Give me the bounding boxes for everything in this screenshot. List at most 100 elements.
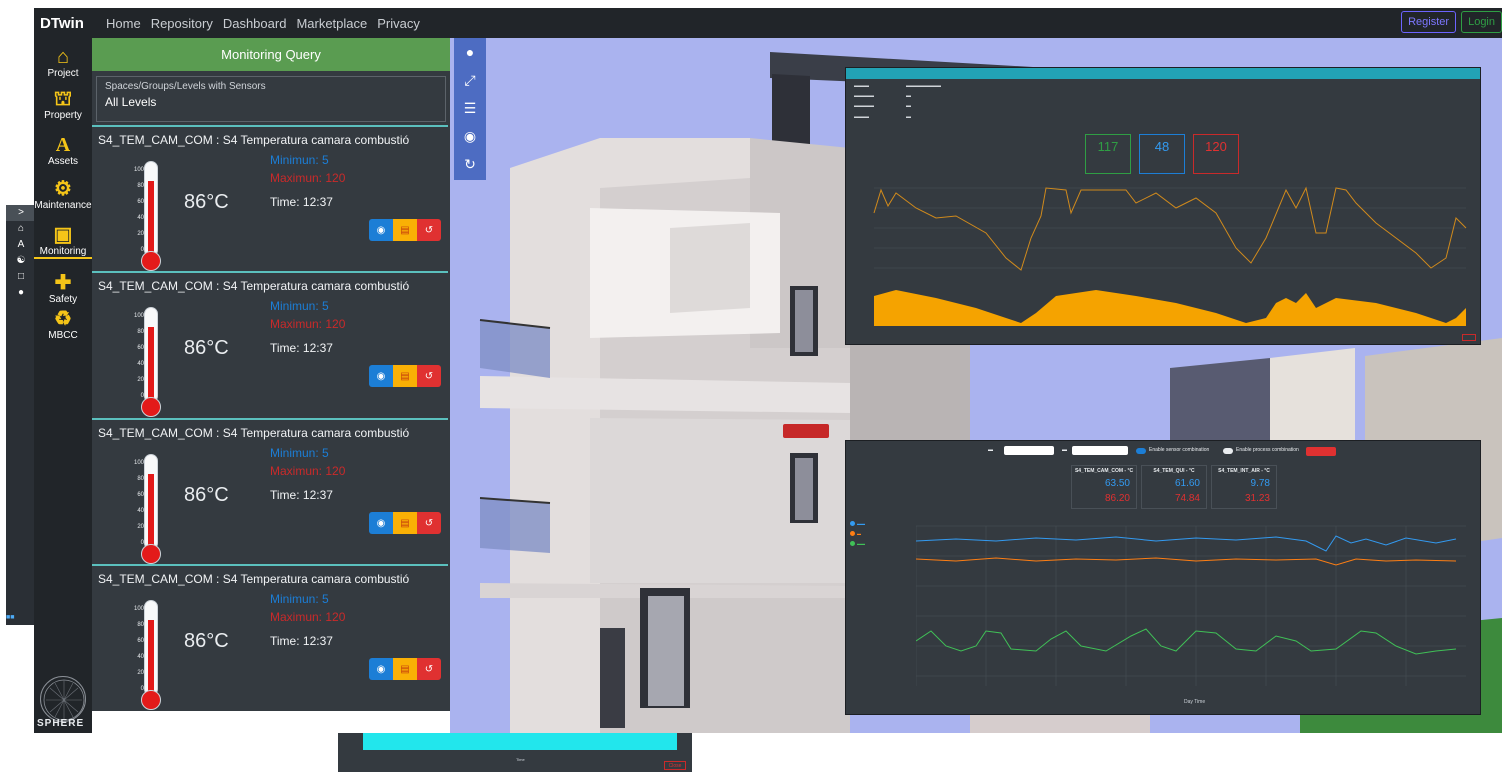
maximum-value: Maximun: 120 bbox=[270, 171, 346, 185]
history-button[interactable]: ↺ bbox=[417, 219, 441, 241]
sensor-card-title: S4_TEM_CAM_COM : S4 Temperatura camara c… bbox=[98, 426, 410, 440]
history-icon: ↺ bbox=[424, 224, 434, 236]
detail-current-box: 117 bbox=[1085, 134, 1131, 174]
expand-icon[interactable]: ⤢ bbox=[454, 66, 486, 94]
sensor-summary-title: S4_TEM_INT_AIR - °C bbox=[1218, 468, 1270, 474]
mini-assets-icon[interactable]: A bbox=[6, 237, 36, 253]
brand[interactable]: DTwin bbox=[40, 15, 106, 32]
detail-history-chart bbox=[873, 186, 1467, 326]
history-button[interactable]: ↺ bbox=[417, 365, 441, 387]
sensor-summary-box: S4_TEM_INT_AIR - °C 9.78 31.23 bbox=[1211, 465, 1277, 509]
time-value: Time: 12:37 bbox=[270, 195, 333, 209]
thermometer-fill bbox=[148, 474, 154, 548]
date-from-input[interactable] bbox=[1004, 446, 1054, 455]
level-filter[interactable]: Spaces/Groups/Levels with Sensors All Le… bbox=[96, 76, 446, 122]
login-button[interactable]: Login bbox=[1461, 11, 1502, 33]
nav-home[interactable]: Home bbox=[106, 16, 141, 31]
timeline-chart-window: Time Close bbox=[338, 733, 692, 772]
sidebar-item-assets[interactable]: A Assets bbox=[34, 134, 92, 167]
minimum-value: Minimun: 5 bbox=[270, 299, 329, 313]
sensor-combination-toggle[interactable] bbox=[1136, 448, 1146, 454]
eye-icon[interactable]: ◉ bbox=[454, 122, 486, 150]
mini-camera-icon[interactable]: ● bbox=[6, 285, 36, 301]
mini-share-icon[interactable]: ☯ bbox=[6, 253, 36, 269]
top-navbar: DTwin Home Repository Dashboard Marketpl… bbox=[34, 8, 1502, 38]
sync-icon[interactable]: ↻ bbox=[454, 150, 486, 178]
chart-icon: ▤ bbox=[400, 517, 410, 529]
detail-row: ▬▬▬▬▬▬▬ ▬▬▬ bbox=[854, 83, 941, 89]
cube-icon: ◉ bbox=[376, 370, 386, 382]
locate-3d-button[interactable]: ◉ bbox=[369, 512, 393, 534]
thermometer-bulb bbox=[141, 251, 161, 271]
scale-tick: 40 bbox=[137, 654, 144, 660]
locate-3d-button[interactable]: ◉ bbox=[369, 658, 393, 680]
register-button[interactable]: Register bbox=[1401, 11, 1457, 33]
sidebar-item-label: Property bbox=[44, 110, 82, 121]
history-button[interactable]: ↺ bbox=[417, 658, 441, 680]
scale-tick: 40 bbox=[137, 508, 144, 514]
sidebar-item-monitoring[interactable]: ▣ Monitoring bbox=[34, 224, 92, 259]
home-icon: ⌂ bbox=[56, 46, 70, 68]
sidebar-item-maintenance[interactable]: ⚙ Maintenance bbox=[34, 178, 92, 211]
temperature-value: 86°C bbox=[184, 484, 229, 506]
chart-button[interactable]: ▤ bbox=[393, 219, 417, 241]
sensor-card-title: S4_TEM_CAM_COM : S4 Temperatura camara c… bbox=[98, 572, 410, 586]
comparison-toolbar: ▬ ▬ Enable sensor combination Enable pro… bbox=[846, 445, 1482, 457]
nav-dashboard[interactable]: Dashboard bbox=[223, 16, 287, 31]
time-value: Time: 12:37 bbox=[270, 634, 333, 648]
nav-marketplace[interactable]: Marketplace bbox=[296, 16, 367, 31]
history-button[interactable]: ↺ bbox=[417, 512, 441, 534]
nav-repository[interactable]: Repository bbox=[151, 16, 213, 31]
sensor-combination-label: Enable sensor combination bbox=[1149, 447, 1210, 453]
sensor-summary-min: 63.50 bbox=[1104, 478, 1130, 489]
cube-icon: ◉ bbox=[376, 224, 386, 236]
sidebar-item-mbcc[interactable]: ♻ MBCC bbox=[34, 308, 92, 341]
locate-3d-button[interactable]: ◉ bbox=[369, 365, 393, 387]
mini-badge-icon: ■■ bbox=[6, 614, 15, 621]
query-button[interactable] bbox=[1306, 447, 1336, 456]
scale-tick: 80 bbox=[137, 183, 144, 189]
filter-value[interactable]: All Levels bbox=[105, 95, 437, 109]
scale-tick: 0 bbox=[140, 686, 144, 692]
mini-expand-icon[interactable]: > bbox=[6, 205, 36, 221]
minimum-value: Minimun: 5 bbox=[270, 153, 329, 167]
detail-close-button[interactable] bbox=[1462, 334, 1476, 341]
cube-icon: ◉ bbox=[376, 517, 386, 529]
sidebar-item-project[interactable]: ⌂ Project bbox=[34, 46, 92, 79]
scale-tick: 0 bbox=[140, 247, 144, 253]
monitor-icon: ▣ bbox=[53, 224, 73, 246]
sliders-icon[interactable]: ☰ bbox=[454, 94, 486, 122]
thermometer-gauge: 100 80 60 40 20 0 bbox=[128, 155, 172, 271]
sidebar-item-property[interactable]: ⛫ Property bbox=[34, 88, 92, 121]
process-combination-toggle[interactable] bbox=[1223, 448, 1233, 454]
mini-monitor-icon[interactable]: □ bbox=[6, 269, 36, 285]
scale-tick: 20 bbox=[137, 377, 144, 383]
scale-tick: 60 bbox=[137, 492, 144, 498]
sensor-card: S4_TEM_CAM_COM : S4 Temperatura camara c… bbox=[92, 418, 448, 564]
history-icon: ↺ bbox=[424, 663, 434, 675]
to-label-icon: ▬ bbox=[1062, 447, 1067, 453]
locate-3d-button[interactable]: ◉ bbox=[369, 219, 393, 241]
timeline-close-button[interactable]: Close bbox=[664, 761, 686, 770]
thermometer-fill bbox=[148, 327, 154, 401]
sensor-summary-title: S4_TEM_QUI - °C bbox=[1153, 468, 1195, 474]
mini-home-icon[interactable]: ⌂ bbox=[6, 221, 36, 237]
detail-min-value: 48 bbox=[1154, 139, 1170, 154]
sidebar-item-label: Maintenance bbox=[34, 200, 92, 211]
chart-button[interactable]: ▤ bbox=[393, 658, 417, 680]
thermometer-fill bbox=[148, 620, 154, 694]
card-actions: ◉ ▤ ↺ bbox=[369, 512, 441, 534]
scale-tick: 20 bbox=[137, 524, 144, 530]
time-value: Time: 12:37 bbox=[270, 341, 333, 355]
nav-privacy[interactable]: Privacy bbox=[377, 16, 420, 31]
history-icon: ↺ bbox=[424, 517, 434, 529]
timeline-area bbox=[363, 733, 677, 750]
sidebar-item-safety[interactable]: ✚ Safety bbox=[34, 272, 92, 305]
scale-tick: 100 bbox=[133, 167, 144, 173]
chart-button[interactable]: ▤ bbox=[393, 512, 417, 534]
chart-button[interactable]: ▤ bbox=[393, 365, 417, 387]
sensor-summary-title: S4_TEM_CAM_COM - °C bbox=[1074, 468, 1134, 474]
legend-item: ▬▬ bbox=[850, 541, 865, 546]
date-to-input[interactable] bbox=[1072, 446, 1128, 455]
camera-icon[interactable]: ● bbox=[454, 38, 486, 66]
